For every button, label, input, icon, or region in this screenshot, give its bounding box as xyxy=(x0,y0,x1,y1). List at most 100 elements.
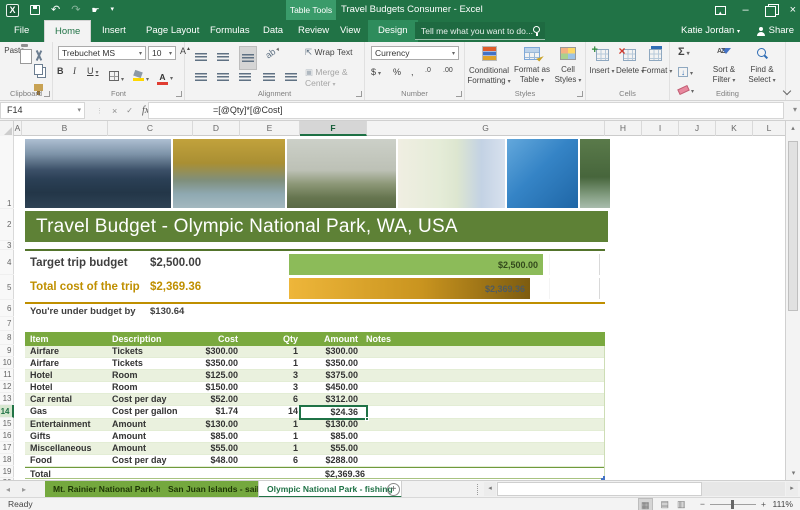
percent-style-button[interactable]: % xyxy=(393,67,401,77)
row-header[interactable]: 10 xyxy=(0,357,14,369)
share-button[interactable]: Share xyxy=(757,20,794,42)
number-format-combo[interactable]: Currency▾ xyxy=(371,46,459,60)
account-name[interactable]: Katie Jordan ▾ xyxy=(681,20,740,42)
hscroll-left-icon[interactable]: ◂ xyxy=(484,482,496,496)
row-header[interactable]: 1 xyxy=(0,136,14,209)
column-header-d[interactable]: D xyxy=(193,121,240,136)
table-row[interactable]: MiscellaneousAmount$55.001$55.00 xyxy=(25,443,604,455)
total-cost-value[interactable]: $2,369.36 xyxy=(150,281,201,293)
row-header[interactable]: 9 xyxy=(0,345,14,357)
total-cost-label[interactable]: Total cost of the trip xyxy=(30,281,140,293)
column-header-b[interactable]: B xyxy=(22,121,108,136)
paste-button[interactable]: Paste xyxy=(4,46,30,57)
column-header-k[interactable]: K xyxy=(716,121,753,136)
tab-view[interactable]: View xyxy=(330,20,370,42)
fill-button[interactable]: ↓ xyxy=(678,62,693,80)
alignment-dialog-launcher[interactable] xyxy=(356,91,362,97)
row-header[interactable]: 3 xyxy=(0,241,14,250)
increase-decimal-button[interactable]: .0 xyxy=(425,67,431,74)
touch-mode-icon[interactable]: ☛ xyxy=(91,0,99,20)
row-header[interactable]: 12 xyxy=(0,381,14,393)
orientation-icon[interactable]: ab xyxy=(263,44,281,61)
column-header-i[interactable]: I xyxy=(642,121,679,136)
wrap-text-button[interactable]: ⇱ Wrap Text xyxy=(305,47,352,58)
formula-input[interactable]: =[@Qty]*[@Cost] xyxy=(148,102,784,119)
sheet-banner[interactable]: Travel Budget - Olympic National Park, W… xyxy=(25,211,608,242)
under-budget-label[interactable]: You're under budget by xyxy=(30,306,136,317)
row-header[interactable]: 18 xyxy=(0,454,14,466)
row-header[interactable]: 7 xyxy=(0,317,14,331)
ribbon-display-options-icon[interactable] xyxy=(715,6,726,15)
row-header[interactable]: 15 xyxy=(0,418,14,430)
zoom-slider[interactable]: − + xyxy=(700,498,766,510)
increase-indent-icon[interactable] xyxy=(285,68,297,86)
tab-design[interactable]: Design xyxy=(368,20,418,42)
row-header[interactable]: 2 xyxy=(0,209,14,241)
total-cost-databar-cell[interactable]: $2,369.36 xyxy=(289,278,600,299)
scroll-down-icon[interactable]: ▾ xyxy=(786,467,800,480)
mountain-lake-photo[interactable] xyxy=(25,139,171,208)
tab-home[interactable]: Home xyxy=(44,20,91,42)
row-header[interactable]: 4 xyxy=(0,250,14,275)
autosum-button[interactable]: Σ xyxy=(678,46,690,58)
table-row[interactable]: AirfareTickets$350.001$350.00 xyxy=(25,358,604,370)
redo-icon[interactable]: ↷ xyxy=(71,0,80,20)
font-size-combo[interactable]: 10▾ xyxy=(148,46,176,60)
bottom-align-icon[interactable] xyxy=(239,46,257,70)
table-row[interactable]: EntertainmentAmount$130.001$130.00 xyxy=(25,419,604,431)
sheet-nav-right-icon[interactable]: ▸ xyxy=(22,481,26,498)
column-header-g[interactable]: G xyxy=(367,121,605,136)
table-row[interactable]: GiftsAmount$85.001$85.00 xyxy=(25,431,604,443)
clipboard-dialog-launcher[interactable] xyxy=(44,91,50,97)
table-row[interactable]: AirfareTickets$300.001$300.00 xyxy=(25,346,604,358)
zoom-percentage[interactable]: 111% xyxy=(773,498,793,510)
under-budget-value[interactable]: $130.64 xyxy=(150,306,184,317)
row-header[interactable]: 5 xyxy=(0,275,14,300)
cell-styles-button[interactable]: Cell Styles xyxy=(553,47,583,86)
scroll-up-icon[interactable]: ▴ xyxy=(785,121,800,136)
table-row[interactable]: HotelRoom$125.003$375.00 xyxy=(25,370,604,382)
comma-style-button[interactable]: , xyxy=(411,67,414,77)
expand-formula-bar-icon[interactable]: ▾ xyxy=(793,105,797,114)
row-header[interactable]: 6 xyxy=(0,300,14,317)
normal-view-icon[interactable]: ▦ xyxy=(638,498,653,510)
column-header-l[interactable]: L xyxy=(753,121,785,136)
number-dialog-launcher[interactable] xyxy=(456,91,462,97)
target-budget-databar-cell[interactable]: $2,500.00 xyxy=(289,254,600,275)
target-budget-label[interactable]: Target trip budget xyxy=(30,257,128,269)
fill-handle[interactable] xyxy=(365,417,369,421)
font-name-combo[interactable]: Trebuchet MS▾ xyxy=(58,46,146,60)
row-header-14-selected[interactable]: 14 xyxy=(0,405,14,417)
tell-me-box[interactable]: Tell me what you want to do... xyxy=(415,22,545,40)
cancel-icon[interactable]: × xyxy=(112,106,117,116)
accounting-format-button[interactable]: $ xyxy=(371,67,381,77)
tab-scrollbar-splitter[interactable] xyxy=(477,484,480,495)
restore-button[interactable] xyxy=(765,6,774,15)
align-center-icon[interactable] xyxy=(217,68,229,86)
row-header[interactable]: 13 xyxy=(0,393,14,405)
excel-app-icon[interactable]: X xyxy=(6,4,19,17)
name-box[interactable]: F14▾ xyxy=(0,102,85,119)
zoom-in-icon[interactable]: + xyxy=(761,498,766,510)
forest-creek-photo[interactable] xyxy=(580,139,610,208)
conditional-formatting-button[interactable]: Conditional Formatting xyxy=(467,46,511,87)
horizontal-scroll-thumb[interactable] xyxy=(497,482,702,496)
table-total-row[interactable]: Total $2,369.36 xyxy=(25,467,604,480)
table-header-row[interactable]: Item Description Cost Qty Amount Notes xyxy=(25,332,605,346)
sheet-nav-left-icon[interactable]: ◂ xyxy=(6,481,10,498)
customize-qat-icon[interactable]: ▾ xyxy=(111,0,115,20)
row-header[interactable]: 8 xyxy=(0,331,14,345)
top-align-icon[interactable] xyxy=(195,48,207,66)
font-dialog-launcher[interactable] xyxy=(176,91,182,97)
sheet-tab-olympic-active[interactable]: Olympic National Park - fishing xyxy=(258,481,402,498)
fill-color-button[interactable] xyxy=(133,68,149,86)
decrease-decimal-button[interactable]: .00 xyxy=(443,67,453,74)
undo-icon[interactable]: ↶ xyxy=(51,0,60,20)
new-sheet-icon[interactable]: + xyxy=(387,483,400,496)
borders-button[interactable] xyxy=(109,68,124,86)
sheet-grid[interactable]: 1 2 3 4 5 6 7 8 9 10 11 12 13 14 15 16 1… xyxy=(0,136,785,480)
heron-photo[interactable] xyxy=(287,139,396,208)
column-header-h[interactable]: H xyxy=(605,121,642,136)
target-budget-value[interactable]: $2,500.00 xyxy=(150,257,201,269)
table-row[interactable]: FoodCost per day$48.006$288.00 xyxy=(25,455,604,467)
